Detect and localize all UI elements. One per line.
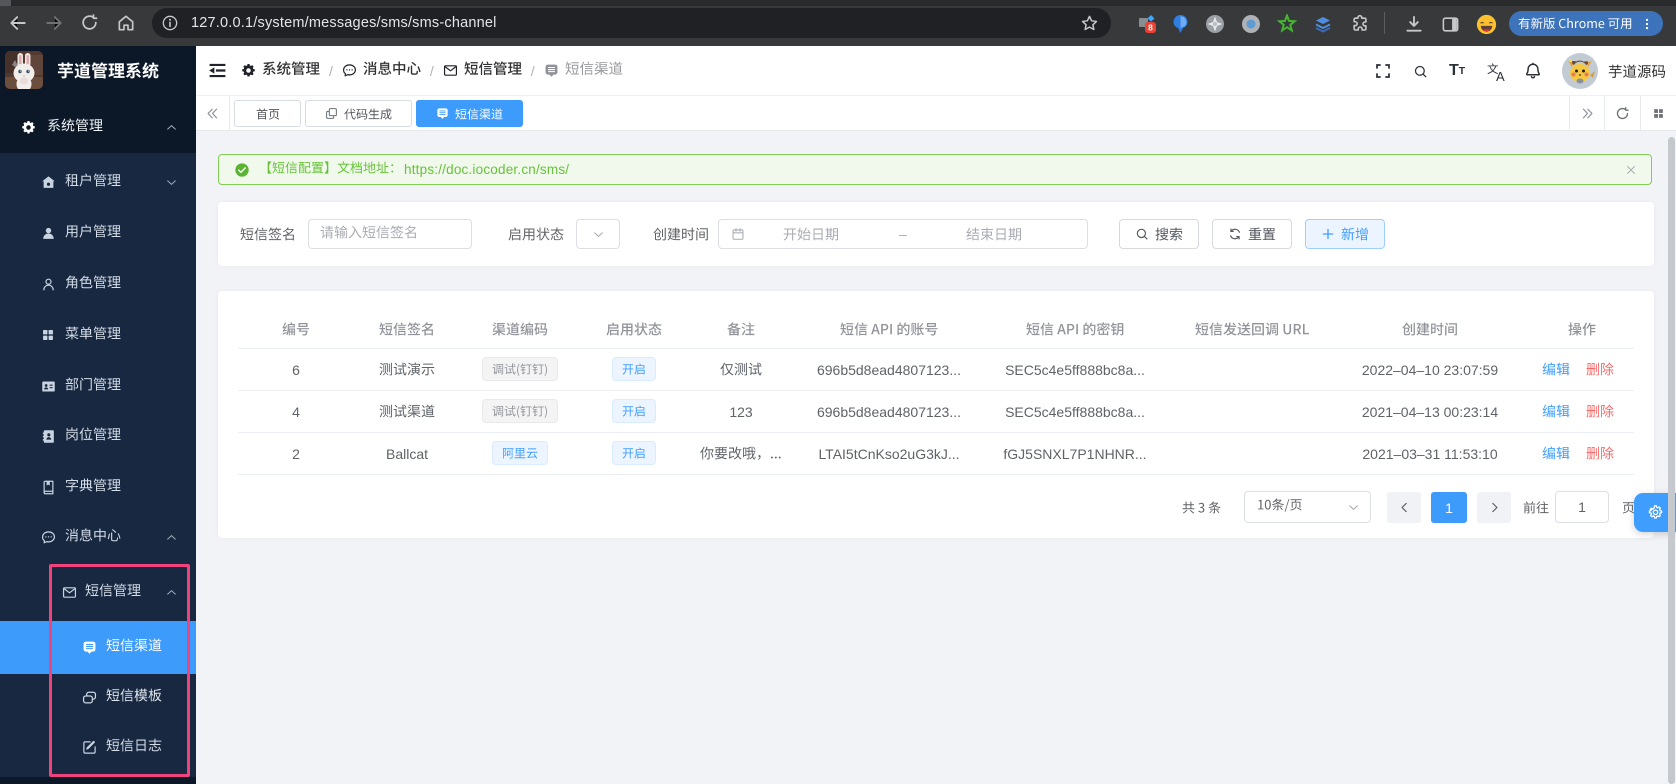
svg-text:8: 8 xyxy=(1148,23,1153,33)
